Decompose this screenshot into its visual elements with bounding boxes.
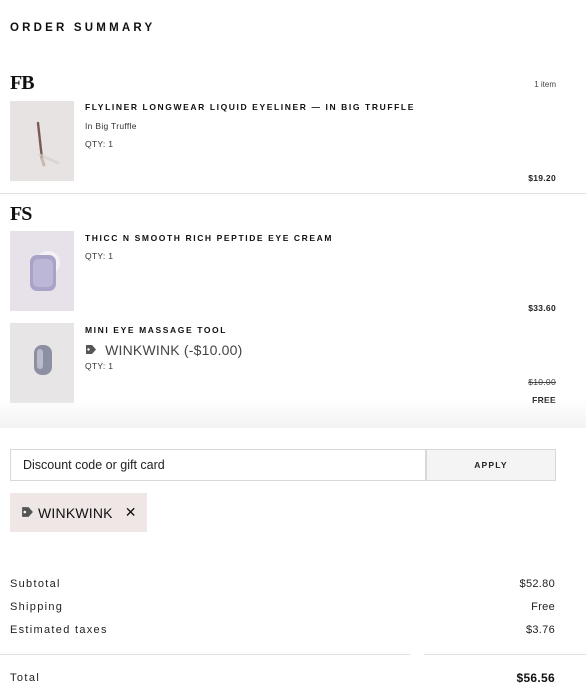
brand-logo-fb: FB: [10, 72, 35, 94]
shipping-label: Shipping: [10, 601, 64, 613]
product-qty: QTY: 1: [85, 361, 114, 371]
applied-discount-chip: WINKWINK ✕: [10, 493, 147, 532]
product-original-price: $10.00: [528, 377, 556, 387]
tag-icon: [85, 342, 97, 358]
total-label: Total: [10, 672, 41, 684]
scroll-fade: [0, 398, 586, 428]
product-price: $19.20: [528, 173, 556, 183]
item-count: 1 item: [534, 80, 556, 89]
product-name[interactable]: FLYLINER LONGWEAR LIQUID EYELINER — IN B…: [85, 102, 415, 112]
product-variant: In Big Truffle: [85, 121, 137, 131]
remove-discount-icon[interactable]: ✕: [125, 504, 137, 521]
applied-code: WINKWINK: [38, 504, 113, 521]
product-name[interactable]: MINI EYE MASSAGE TOOL: [85, 325, 227, 335]
promo-line: WINKWINK (-$10.00): [85, 342, 243, 358]
shipping-value: Free: [531, 601, 555, 613]
group-divider: [0, 193, 586, 194]
subtotal-value: $52.80: [519, 578, 555, 590]
summary-divider: [0, 654, 410, 655]
total-value: $56.56: [516, 671, 555, 685]
tag-icon: [21, 505, 34, 521]
product-price: $33.60: [528, 303, 556, 313]
page-title: ORDER SUMMARY: [10, 22, 156, 34]
product-name[interactable]: THICC N SMOOTH RICH PEPTIDE EYE CREAM: [85, 233, 333, 243]
promo-text: WINKWINK (-$10.00): [105, 342, 243, 358]
summary-divider: [424, 654, 586, 655]
apply-button[interactable]: APPLY: [426, 449, 556, 481]
subtotal-label: Subtotal: [10, 578, 61, 590]
brand-logo-fs: FS: [10, 203, 32, 225]
product-image-massage-tool: [10, 323, 74, 403]
product-image-eyeliner: [10, 101, 74, 181]
product-image-eye-cream: [10, 231, 74, 311]
product-qty: QTY: 1: [85, 139, 114, 149]
taxes-value: $3.76: [525, 624, 555, 636]
product-qty: QTY: 1: [85, 251, 114, 261]
taxes-label: Estimated taxes: [10, 624, 108, 636]
discount-code-input[interactable]: Discount code or gift card: [10, 449, 426, 481]
